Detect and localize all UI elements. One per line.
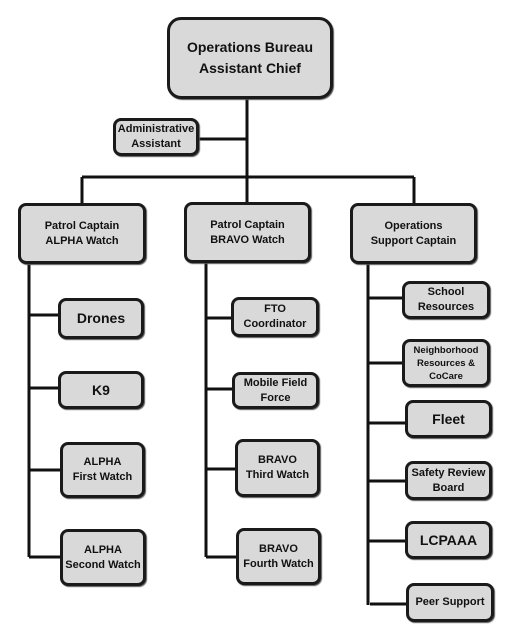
mobile-field-force-box: Mobile Field Force <box>232 372 319 409</box>
alpha-second-watch-box: ALPHA Second Watch <box>60 529 146 586</box>
fto-coordinator-box: FTO Coordinator <box>231 297 319 337</box>
school-resources-box: School Resources <box>402 281 490 319</box>
peer-support-box: Peer Support <box>406 583 494 622</box>
chief-box: Operations Bureau Assistant Chief <box>167 17 333 99</box>
lcpaaa-box: LCPAAA <box>405 521 492 559</box>
neighborhood-resources-box: Neighborhood Resources & CoCare <box>402 339 490 387</box>
drones-box: Drones <box>58 298 144 339</box>
bravo-captain-box: Patrol Captain BRAVO Watch <box>184 202 311 263</box>
safety-review-board-box: Safety Review Board <box>405 461 492 500</box>
fleet-box: Fleet <box>405 400 492 438</box>
ops-support-captain-box: Operations Support Captain <box>350 203 477 264</box>
bravo-third-watch-box: BRAVO Third Watch <box>235 439 320 497</box>
alpha-captain-box: Patrol Captain ALPHA Watch <box>18 203 146 264</box>
bravo-fourth-watch-box: BRAVO Fourth Watch <box>236 528 321 585</box>
k9-box: K9 <box>58 371 144 409</box>
admin-assistant-box: Administrative Assistant <box>113 118 199 156</box>
alpha-first-watch-box: ALPHA First Watch <box>60 442 145 498</box>
